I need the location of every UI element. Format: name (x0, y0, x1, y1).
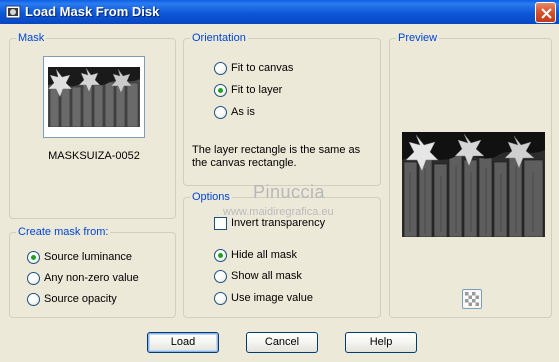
radio-indicator (27, 293, 40, 306)
create-mask-legend: Create mask from: (16, 226, 111, 239)
mask-file-name: MASKSUIZA-0052 (48, 150, 140, 162)
title-bar[interactable]: Load Mask From Disk (0, 0, 559, 24)
preview-toggle-button[interactable] (462, 289, 482, 309)
checker-icon (465, 292, 479, 306)
close-icon (541, 8, 552, 19)
radio-indicator (214, 106, 227, 119)
radio-indicator (214, 249, 227, 262)
orientation-legend: Orientation (190, 32, 248, 45)
load-button[interactable]: Load (147, 332, 219, 353)
radio-label: As is (231, 106, 255, 118)
help-button[interactable]: Help (345, 332, 417, 353)
watermark-name: Pinuccia (253, 182, 326, 202)
radio-label: Source luminance (44, 251, 133, 263)
preview-legend: Preview (396, 32, 440, 45)
radio-indicator (27, 251, 40, 264)
radio-indicator (27, 272, 40, 285)
radio-indicator (214, 62, 227, 75)
mask-app-icon (5, 5, 21, 19)
radio-label: Any non-zero value (44, 272, 139, 284)
mask-legend: Mask (16, 32, 47, 45)
window-title: Load Mask From Disk (25, 4, 160, 19)
preview-image (402, 132, 545, 237)
dialog-window: Load Mask From Disk Mask MASKSUIZA-0052 … (0, 0, 559, 362)
radio-label: Hide all mask (231, 249, 298, 261)
options-legend: Options (190, 191, 232, 204)
radio-label: Source opacity (44, 293, 117, 305)
mask-thumbnail-image (48, 67, 140, 127)
checkbox-indicator (214, 217, 227, 230)
mask-thumbnail[interactable] (43, 56, 145, 138)
radio-indicator (214, 270, 227, 283)
radio-indicator (214, 292, 227, 305)
radio-label: Use image value (231, 292, 313, 304)
orientation-description: The layer rectangle is the same as the c… (192, 144, 361, 169)
close-button[interactable] (535, 2, 556, 23)
checkbox-label: Invert transparency (231, 217, 326, 229)
radio-indicator (214, 84, 227, 97)
radio-label: Fit to canvas (231, 62, 294, 74)
radio-label: Fit to layer (231, 84, 283, 96)
radio-label: Show all mask (231, 270, 302, 282)
cancel-button[interactable]: Cancel (246, 332, 318, 353)
